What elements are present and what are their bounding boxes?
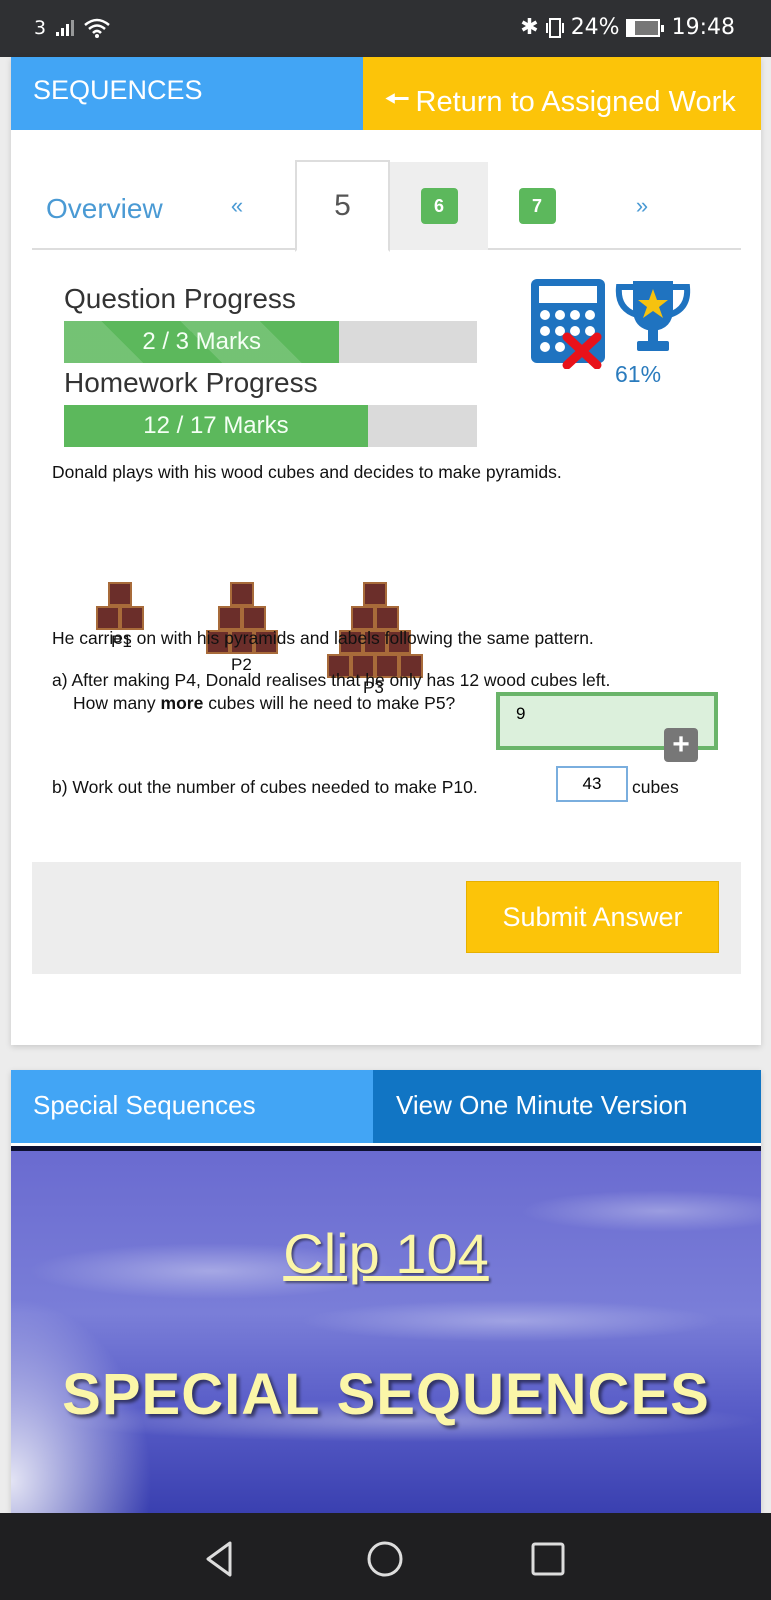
cube <box>375 606 399 630</box>
battery-percent: 24% <box>570 15 620 40</box>
tab-question-6[interactable]: 6 <box>390 162 488 250</box>
question-card: SEQUENCES 🠔 Return to Assigned Work Over… <box>11 57 761 1045</box>
homework-progress-fill: 12 / 17 Marks <box>64 405 368 447</box>
trophy-icon <box>615 281 691 351</box>
part-a-question: How many more cubes will he need to make… <box>73 693 455 714</box>
bluetooth-icon: ✱ <box>520 15 539 40</box>
plus-icon: + <box>672 728 690 761</box>
part-a-text: a) After making P4, Donald realises that… <box>52 670 611 690</box>
arrow-left-icon: 🠔 <box>385 83 410 114</box>
cube <box>108 582 132 606</box>
home-icon[interactable] <box>365 1539 405 1579</box>
clip-number: Clip 104 <box>283 1222 489 1285</box>
back-icon[interactable] <box>200 1539 240 1579</box>
tab-question-7[interactable]: 7 <box>488 162 586 250</box>
tab-overview[interactable]: Overview <box>32 162 182 250</box>
question-pattern-text: He carries on with his pyramids and labe… <box>52 628 594 648</box>
video-section-title: Special Sequences <box>11 1070 373 1143</box>
status-bar: 3 ✱ 24% 19:48 <box>0 0 771 57</box>
part-a-text-pre: How many <box>73 693 161 713</box>
completed-badge: 6 <box>420 188 458 224</box>
homework-progress-bar: 12 / 17 Marks <box>64 405 477 447</box>
cube <box>96 606 120 630</box>
completed-badge: 7 <box>518 188 556 224</box>
header-bar: SEQUENCES 🠔 Return to Assigned Work <box>11 57 761 130</box>
tab-previous[interactable]: « <box>212 162 262 250</box>
clip-title: SPECIAL SEQUENCES <box>62 1362 710 1427</box>
return-to-assigned-work-button[interactable]: 🠔 Return to Assigned Work <box>363 57 761 130</box>
cube <box>363 582 387 606</box>
return-label: Return to Assigned Work <box>415 85 736 118</box>
submit-area: Submit Answer <box>32 862 741 974</box>
wifi-icon <box>84 18 110 38</box>
clock: 19:48 <box>671 15 735 40</box>
part-a-text-post: cubes will he need to make P5? <box>203 693 456 713</box>
question-tabs: Overview « 5 6 7 » <box>32 160 741 252</box>
cube <box>120 606 144 630</box>
status-right: ✱ 24% 19:48 <box>520 15 735 40</box>
part-b-text: b) Work out the number of cubes needed t… <box>52 777 478 797</box>
stats-panel: 61% <box>529 275 699 395</box>
status-left: 3 <box>34 17 110 39</box>
recents-icon[interactable] <box>528 1539 568 1579</box>
part-b-unit: cubes <box>632 777 679 797</box>
part-a-text-bold: more <box>160 693 204 713</box>
cube <box>230 582 254 606</box>
navigation-bar <box>0 1513 771 1600</box>
cube <box>351 606 375 630</box>
homework-progress-label: Homework Progress <box>64 367 318 398</box>
video-header: Special Sequences View One Minute Versio… <box>11 1070 761 1143</box>
submit-answer-button[interactable]: Submit Answer <box>466 881 719 953</box>
expand-answer-button[interactable]: + <box>664 728 698 762</box>
cube <box>218 606 242 630</box>
battery-charging-icon <box>625 18 664 37</box>
part-b-answer-input[interactable]: 43 <box>556 766 628 802</box>
vibrate-icon <box>545 17 564 38</box>
calculator-not-allowed-icon <box>531 279 605 369</box>
signal-icon <box>56 20 75 36</box>
question-intro: Donald plays with his wood cubes and dec… <box>52 462 562 482</box>
tab-question-5[interactable]: 5 <box>295 160 390 252</box>
question-progress-bar: 2 / 3 Marks <box>64 321 477 363</box>
carrier-label: 3 <box>34 17 47 39</box>
tab-next[interactable]: » <box>622 162 662 250</box>
question-progress-fill: 2 / 3 Marks <box>64 321 340 363</box>
cube <box>242 606 266 630</box>
video-card: Special Sequences View One Minute Versio… <box>11 1070 761 1513</box>
question-progress-label: Question Progress <box>64 283 296 314</box>
page-title: SEQUENCES <box>11 57 363 130</box>
score-percent: 61% <box>615 361 662 387</box>
view-one-minute-version-button[interactable]: View One Minute Version <box>373 1070 761 1143</box>
video-thumbnail[interactable]: Clip 104 SPECIAL SEQUENCES <box>11 1146 761 1513</box>
